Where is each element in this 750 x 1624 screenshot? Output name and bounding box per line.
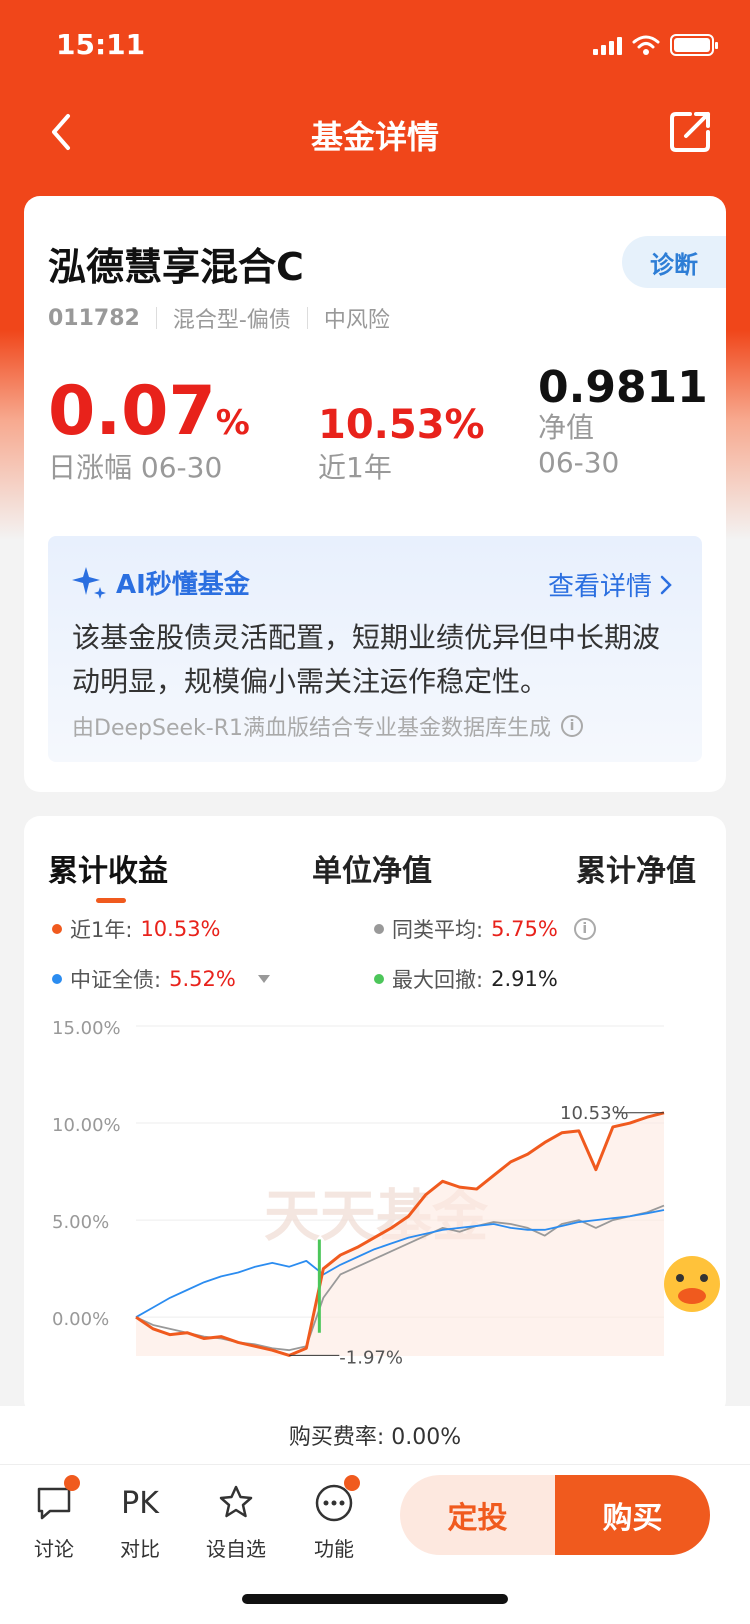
max-annotation-label: 10.53%: [560, 1103, 629, 1124]
y-tick-label: 0.00%: [52, 1309, 109, 1330]
legend-year: 近1年: 10.53%: [52, 914, 221, 944]
discuss-button[interactable]: 讨论: [14, 1475, 94, 1562]
ai-title: AI秒懂基金: [72, 564, 250, 601]
series-area-fill: [136, 1112, 664, 1356]
add-watchlist-button[interactable]: 设自选: [196, 1481, 276, 1562]
fund-type: 混合型-偏债: [172, 308, 291, 333]
info-icon[interactable]: i: [560, 715, 583, 737]
signal-icon: [593, 35, 622, 55]
tab-unit-nav[interactable]: 单位净值: [312, 846, 432, 890]
chevron-right-icon: [660, 575, 672, 594]
ai-view-details-link[interactable]: 查看详情: [548, 566, 672, 603]
tab-active-indicator: [96, 898, 126, 903]
fund-meta: 011782 混合型-偏债 中风险: [48, 302, 390, 334]
status-icons: [593, 34, 718, 56]
tab-cumulative-return[interactable]: 累计收益: [48, 846, 168, 890]
fund-name: 泓德慧享混合C: [48, 245, 304, 289]
nav-bar: 基金详情: [0, 90, 750, 174]
divider: [306, 307, 308, 329]
legend-dot: [374, 974, 384, 984]
battery-icon: [670, 34, 718, 56]
year-return-value: 10.53%: [318, 402, 485, 448]
legend-peer: 同类平均: 5.75% i: [374, 914, 596, 944]
ai-source: 由DeepSeek-R1满血版结合专业基金数据库生成 i: [72, 710, 583, 742]
status-time: 15:11: [56, 28, 146, 61]
tab-cumulative-nav[interactable]: 累计净值: [576, 846, 696, 890]
y-tick-label: 15.00%: [52, 1018, 121, 1039]
y-tick-label: 10.00%: [52, 1115, 121, 1136]
legend-drawdown: 最大回撤: 2.91%: [374, 964, 558, 994]
divider: [155, 307, 157, 329]
min-annotation-label: -1.97%: [339, 1347, 403, 1368]
ai-summary-text: 该基金股债灵活配置，短期业绩优异但中长期波动明显，规模偏小需关注运作稳定性。: [72, 621, 661, 698]
info-icon[interactable]: i: [573, 918, 596, 940]
chevron-down-icon[interactable]: [257, 975, 270, 983]
page-title: 基金详情: [310, 118, 439, 156]
fund-risk: 中风险: [323, 308, 390, 333]
notification-dot: [64, 1475, 80, 1491]
fund-code: 011782: [48, 305, 140, 331]
nav-date: 06-30: [538, 446, 620, 479]
auto-invest-button[interactable]: 定投: [400, 1475, 555, 1555]
fund-summary-card: 泓德慧享混合C 诊断 011782 混合型-偏债 中风险 0.07% 日涨幅 0…: [24, 196, 726, 792]
notification-dot: [344, 1475, 360, 1491]
purchase-fee: 购买费率: 0.00%: [0, 1406, 750, 1464]
year-return-label: 近1年: [318, 451, 392, 484]
performance-chart-card: 累计收益 单位净值 累计净值 近1年: 10.53% 同类平均: 5.75% i 中…: [24, 816, 726, 1416]
action-buttons: 定投 购买: [400, 1475, 710, 1555]
nav-label: 净值: [538, 411, 595, 444]
legend-dot: [52, 924, 62, 934]
legend-index[interactable]: 中证全债: 5.52%: [52, 964, 270, 994]
mascot-icon: [664, 1256, 720, 1312]
sparkle-icon: [72, 566, 106, 599]
share-icon[interactable]: [668, 108, 714, 154]
y-tick-label: 5.00%: [52, 1212, 109, 1233]
legend-dot: [374, 924, 384, 934]
diagnose-button[interactable]: 诊断: [622, 236, 726, 288]
return-chart[interactable]: 15.00%10.00%5.00%0.00%天天基金10.53%-1.97%: [24, 1016, 726, 1406]
wifi-icon: [632, 35, 660, 55]
daily-change-label: 日涨幅 06-30: [48, 451, 223, 484]
home-indicator: [242, 1594, 508, 1604]
pk-icon: PK: [121, 1485, 159, 1521]
status-bar: 15:11: [0, 0, 750, 90]
compare-button[interactable]: PK 对比: [100, 1481, 180, 1562]
buy-button[interactable]: 购买: [555, 1475, 710, 1555]
star-icon: [214, 1481, 258, 1525]
functions-button[interactable]: 功能: [294, 1475, 374, 1562]
legend-dot: [52, 974, 62, 984]
daily-change-value: 0.07%: [48, 372, 250, 451]
more-icon: [312, 1475, 360, 1525]
ai-summary-box[interactable]: AI秒懂基金 查看详情 该基金股债灵活配置，短期业绩优异但中长期波动明显，规模偏…: [48, 536, 702, 762]
chat-icon: [32, 1475, 80, 1525]
